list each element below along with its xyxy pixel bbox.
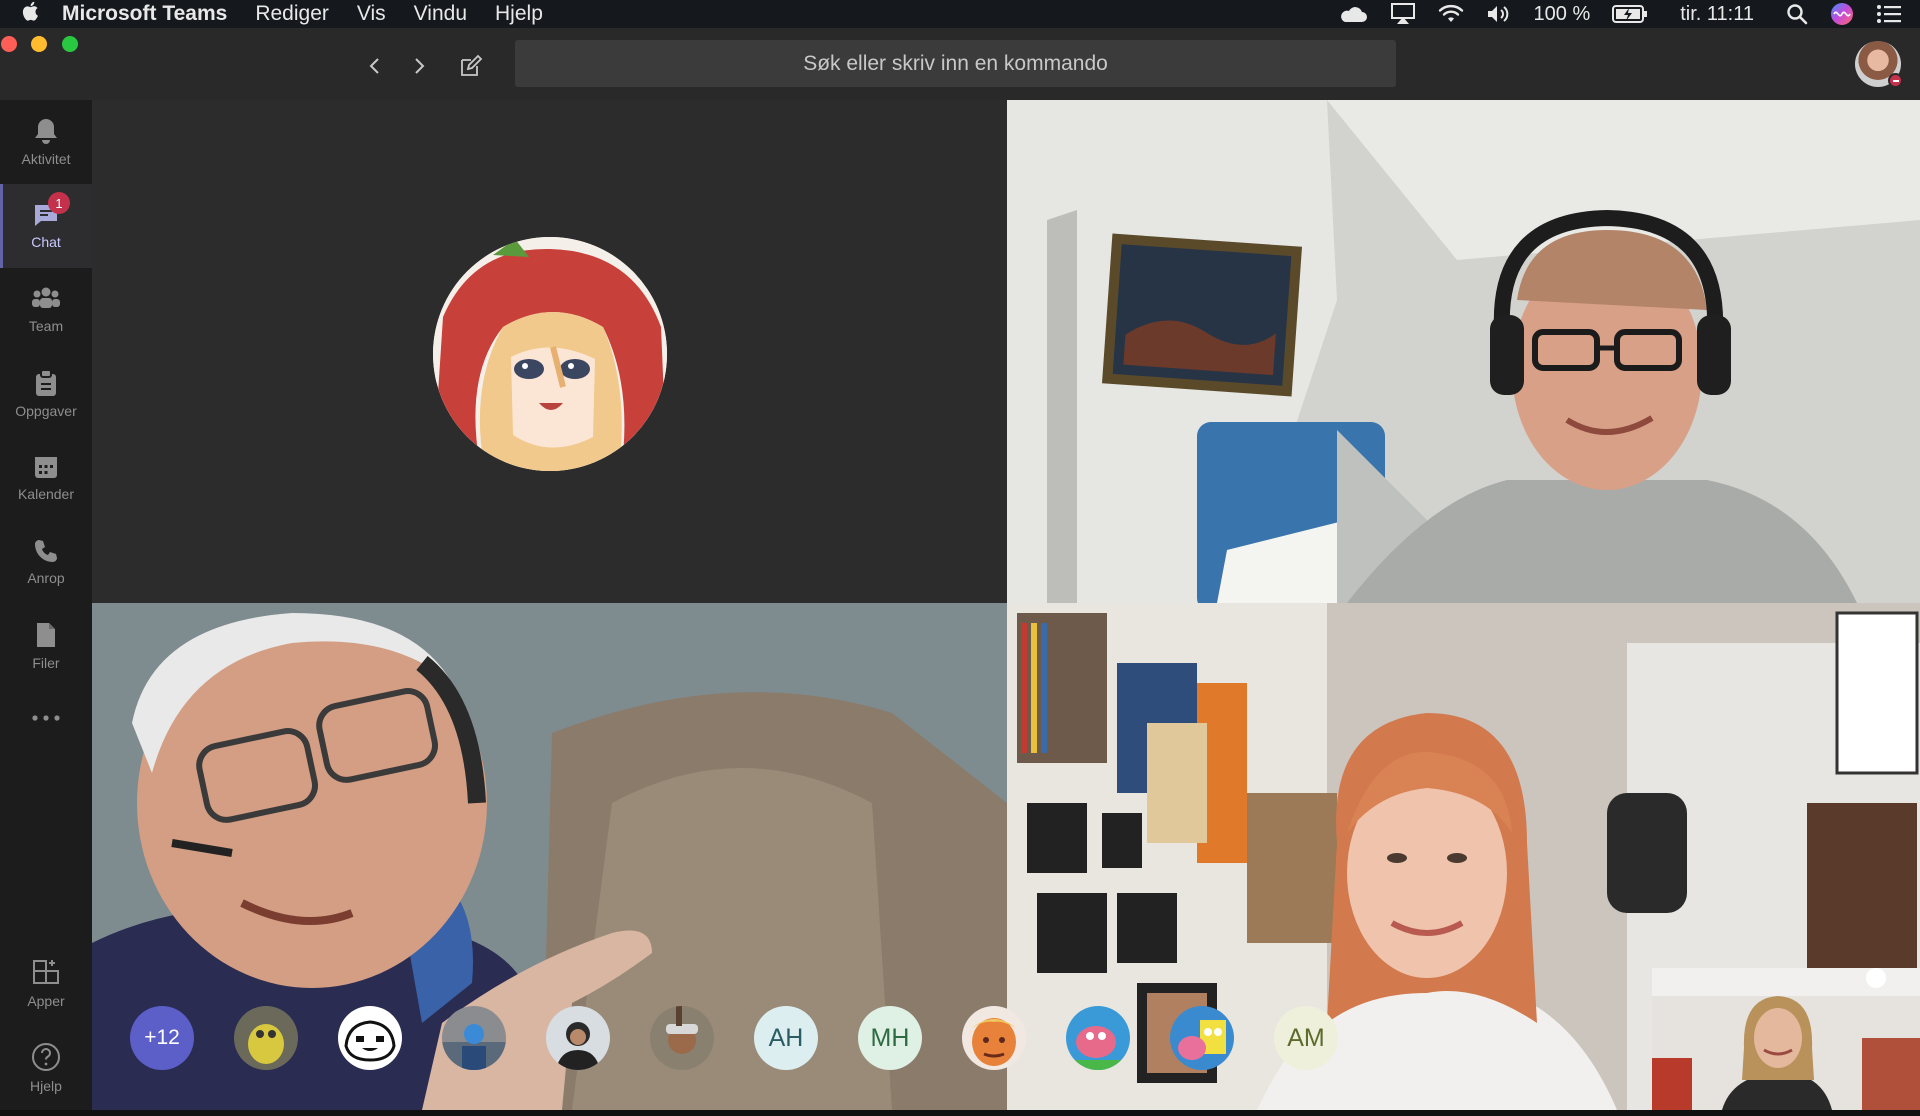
- avatar-cartoon-sponge[interactable]: [1170, 1006, 1234, 1070]
- attendee-strip: +12 AH MH AM: [92, 1006, 1652, 1074]
- cloud-icon[interactable]: [1338, 5, 1368, 23]
- rail-label: Team: [28, 318, 64, 334]
- rail-label: Chat: [31, 234, 61, 250]
- unread-badge: 1: [48, 192, 70, 214]
- presence-dnd-icon: [1888, 73, 1903, 88]
- search-placeholder: Søk eller skriv inn en kommando: [803, 51, 1108, 75]
- rail-item-hjelp[interactable]: Hjelp: [0, 1026, 92, 1110]
- new-chat-button[interactable]: [457, 52, 485, 80]
- minimize-window-button[interactable]: [31, 36, 47, 52]
- app-menu[interactable]: Microsoft Teams: [62, 2, 227, 26]
- menu-vis[interactable]: Vis: [357, 2, 386, 26]
- help-icon: [32, 1043, 60, 1071]
- rail-label: Oppgaver: [15, 403, 77, 419]
- rail-label: Anrop: [27, 570, 65, 586]
- rail-item-oppgaver[interactable]: Oppgaver: [0, 352, 92, 436]
- rail-item-kalender[interactable]: Kalender: [0, 436, 92, 520]
- close-window-button[interactable]: [1, 36, 17, 52]
- avatar-cyclist[interactable]: [442, 1006, 506, 1070]
- avatar-initials-ah[interactable]: AH: [754, 1006, 818, 1070]
- more-apps-button[interactable]: [0, 688, 92, 748]
- chevron-right-icon: [415, 58, 425, 74]
- teams-title-bar: Søk eller skriv inn en kommando: [0, 28, 1920, 100]
- menu-rediger[interactable]: Rediger: [255, 2, 329, 26]
- apps-icon: [33, 960, 59, 984]
- avatar-creature[interactable]: [234, 1006, 298, 1070]
- participant-tile-avatar[interactable]: [92, 100, 1007, 603]
- bell-icon: [35, 119, 57, 144]
- rail-item-filer[interactable]: Filer: [0, 604, 92, 688]
- status-area: 100 % tir. 11:11: [1338, 0, 1902, 28]
- siri-icon[interactable]: [1830, 2, 1854, 26]
- more-icon: [32, 715, 60, 721]
- notification-center-icon[interactable]: [1876, 4, 1902, 24]
- macos-menu-bar: Microsoft Teams Rediger Vis Vindu Hjelp …: [0, 0, 1920, 28]
- anime-avatar-image: [433, 237, 667, 471]
- battery-percent: 100 %: [1533, 2, 1591, 25]
- more-participants-button[interactable]: +12: [130, 1006, 194, 1070]
- window-bottom-edge: [0, 1110, 1920, 1116]
- rail-label: Aktivitet: [21, 151, 71, 167]
- avatar-initials-am[interactable]: AM: [1274, 1006, 1338, 1070]
- volume-icon[interactable]: [1486, 4, 1512, 24]
- avatar-orange-face[interactable]: [962, 1006, 1026, 1070]
- spotlight-icon[interactable]: [1786, 3, 1808, 25]
- participant-profile-picture: [433, 237, 667, 471]
- video-frame: [1007, 100, 1920, 603]
- participant-video-1[interactable]: [1007, 100, 1920, 603]
- menu-vindu[interactable]: Vindu: [414, 2, 467, 26]
- clock[interactable]: tir. 11:11: [1680, 3, 1754, 26]
- chevron-left-icon: [369, 58, 379, 74]
- rail-item-anrop[interactable]: Anrop: [0, 520, 92, 604]
- rail-label: Filer: [32, 655, 60, 671]
- rail-item-aktivitet[interactable]: Aktivitet: [0, 100, 92, 184]
- assignments-icon: [36, 369, 56, 396]
- video-frame: [1652, 968, 1920, 1110]
- zoom-window-button[interactable]: [62, 36, 78, 52]
- airplay-icon[interactable]: [1390, 3, 1416, 25]
- file-icon: [37, 623, 55, 647]
- rail-label: Apper: [27, 993, 65, 1009]
- battery-icon[interactable]: [1612, 4, 1648, 24]
- rail-label: Hjelp: [30, 1078, 62, 1094]
- app-bar: Aktivitet Chat 1 Team Oppgaver Kalender …: [0, 100, 92, 1116]
- avatar-person[interactable]: [546, 1006, 610, 1070]
- forward-button[interactable]: [405, 52, 433, 80]
- team-icon: [32, 287, 60, 308]
- avatar-initials-mh[interactable]: MH: [858, 1006, 922, 1070]
- self-view-video[interactable]: [1652, 968, 1920, 1110]
- rail-item-chat[interactable]: Chat 1: [0, 184, 92, 268]
- compose-icon: [461, 54, 483, 76]
- calendar-icon: [35, 457, 57, 478]
- wifi-icon[interactable]: [1438, 4, 1464, 24]
- apple-menu-icon[interactable]: [0, 0, 62, 28]
- avatar-cartoon-pink[interactable]: [1066, 1006, 1130, 1070]
- avatar-cartoon[interactable]: [338, 1006, 402, 1070]
- avatar-person-hat[interactable]: [650, 1006, 714, 1070]
- meeting-stage: [92, 100, 1920, 1110]
- command-search-box[interactable]: Søk eller skriv inn en kommando: [515, 40, 1396, 87]
- rail-item-team[interactable]: Team: [0, 268, 92, 352]
- menu-hjelp[interactable]: Hjelp: [495, 2, 543, 26]
- phone-icon: [35, 540, 57, 562]
- back-button[interactable]: [361, 52, 389, 80]
- rail-label: Kalender: [17, 486, 75, 502]
- rail-item-apper[interactable]: Apper: [0, 942, 92, 1026]
